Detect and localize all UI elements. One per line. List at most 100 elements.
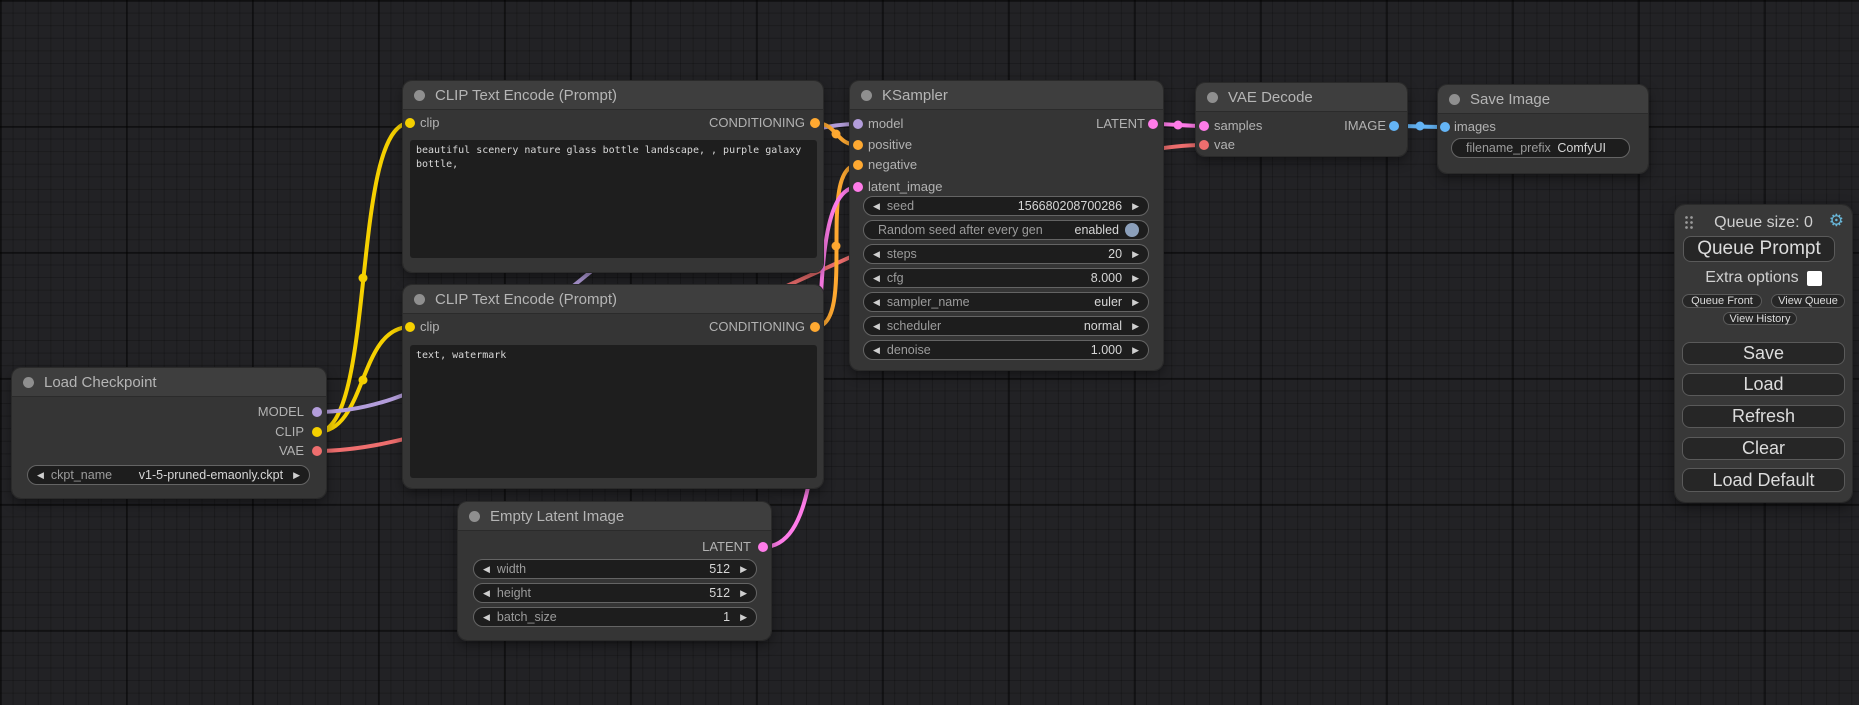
node-title: CLIP Text Encode (Prompt) — [435, 87, 617, 104]
conditioning-output-port[interactable] — [810, 322, 820, 332]
left-arrow-icon[interactable]: ◀ — [483, 559, 490, 579]
scheduler-widget[interactable]: ◀ scheduler normal ▶ — [863, 316, 1149, 336]
node-status-dot — [414, 90, 425, 101]
image-output-port[interactable] — [1389, 121, 1399, 131]
clear-button[interactable]: Clear — [1682, 437, 1845, 460]
graph-canvas[interactable]: { "colors": { "model": "#B39DDB", "clip"… — [0, 0, 1859, 705]
node-save-image[interactable]: Save Image images filename_prefix ComfyU… — [1438, 85, 1648, 173]
widget-label: scheduler — [887, 319, 941, 333]
right-arrow-icon[interactable]: ▶ — [740, 559, 747, 579]
sampler-name-widget[interactable]: ◀ sampler_name euler ▶ — [863, 292, 1149, 312]
clip-input-port[interactable] — [405, 118, 415, 128]
left-arrow-icon[interactable]: ◀ — [483, 607, 490, 627]
queue-prompt-button[interactable]: Queue Prompt — [1683, 236, 1835, 262]
clip-input-port[interactable] — [405, 322, 415, 332]
height-widget[interactable]: ◀ height 512 ▶ — [473, 583, 757, 603]
negative-input-port[interactable] — [853, 160, 863, 170]
widget-label: seed — [887, 199, 914, 213]
node-status-dot — [861, 90, 872, 101]
node-status-dot — [1207, 92, 1218, 103]
left-arrow-icon[interactable]: ◀ — [873, 316, 880, 336]
left-arrow-icon[interactable]: ◀ — [873, 292, 880, 312]
model-output-port[interactable] — [312, 407, 322, 417]
node-clip-text-encode-positive[interactable]: CLIP Text Encode (Prompt) clip CONDITION… — [403, 81, 823, 272]
node-title: Save Image — [1470, 91, 1550, 108]
node-load-checkpoint[interactable]: Load Checkpoint MODEL CLIP VAE ◀ ckpt_na… — [12, 368, 326, 498]
right-arrow-icon[interactable]: ▶ — [1132, 244, 1139, 264]
batch-size-widget[interactable]: ◀ batch_size 1 ▶ — [473, 607, 757, 627]
gear-icon[interactable]: ⚙ — [1829, 212, 1844, 229]
node-status-dot — [23, 377, 34, 388]
left-arrow-icon[interactable]: ◀ — [483, 583, 490, 603]
right-arrow-icon[interactable]: ▶ — [1132, 292, 1139, 312]
seed-widget[interactable]: ◀ seed 156680208700286 ▶ — [863, 196, 1149, 216]
images-input-port[interactable] — [1440, 122, 1450, 132]
view-queue-button[interactable]: View Queue — [1771, 294, 1845, 308]
node-title-bar[interactable]: KSampler — [850, 81, 1163, 110]
extra-options-label: Extra options — [1705, 269, 1798, 287]
ckpt-name-widget[interactable]: ◀ ckpt_name v1-5-pruned-emaonly.ckpt ▶ — [27, 465, 310, 485]
link-dot — [832, 242, 841, 251]
widget-label: ckpt_name — [51, 468, 112, 482]
positive-input-port[interactable] — [853, 140, 863, 150]
right-arrow-icon[interactable]: ▶ — [1132, 316, 1139, 336]
node-clip-text-encode-negative[interactable]: CLIP Text Encode (Prompt) clip CONDITION… — [403, 285, 823, 488]
node-title: VAE Decode — [1228, 89, 1313, 106]
refresh-button[interactable]: Refresh — [1682, 405, 1845, 428]
node-title-bar[interactable]: VAE Decode — [1196, 83, 1407, 112]
node-title: CLIP Text Encode (Prompt) — [435, 291, 617, 308]
latent-output-port[interactable] — [1148, 119, 1158, 129]
node-title: Empty Latent Image — [490, 508, 624, 525]
right-arrow-icon[interactable]: ▶ — [740, 583, 747, 603]
node-vae-decode[interactable]: VAE Decode samples vae IMAGE — [1196, 83, 1407, 156]
right-arrow-icon[interactable]: ▶ — [1132, 196, 1139, 216]
left-arrow-icon[interactable]: ◀ — [873, 196, 880, 216]
right-arrow-icon[interactable]: ▶ — [293, 465, 300, 485]
node-title-bar[interactable]: Load Checkpoint — [12, 368, 326, 397]
right-arrow-icon[interactable]: ▶ — [1132, 268, 1139, 288]
output-slot-label: CONDITIONING — [709, 115, 805, 131]
load-default-button[interactable]: Load Default — [1682, 468, 1845, 492]
vae-input-port[interactable] — [1199, 140, 1209, 150]
queue-front-button[interactable]: Queue Front — [1682, 294, 1762, 308]
random-seed-toggle-widget[interactable]: Random seed after every gen enabled — [863, 220, 1149, 240]
left-arrow-icon[interactable]: ◀ — [873, 244, 880, 264]
left-arrow-icon[interactable]: ◀ — [37, 465, 44, 485]
latent-output-port[interactable] — [758, 542, 768, 552]
toggle-dot-icon[interactable] — [1125, 223, 1139, 237]
extra-options-checkbox[interactable] — [1807, 271, 1822, 286]
latent-image-input-port[interactable] — [853, 182, 863, 192]
node-status-dot — [414, 294, 425, 305]
samples-input-port[interactable] — [1199, 121, 1209, 131]
vae-output-port[interactable] — [312, 446, 322, 456]
model-input-port[interactable] — [853, 119, 863, 129]
widget-value: 20 — [1108, 247, 1122, 261]
save-button[interactable]: Save — [1682, 342, 1845, 365]
node-title-bar[interactable]: Empty Latent Image — [458, 502, 771, 531]
steps-widget[interactable]: ◀ steps 20 ▶ — [863, 244, 1149, 264]
node-ksampler[interactable]: KSampler model positive negative latent_… — [850, 81, 1163, 370]
cfg-widget[interactable]: ◀ cfg 8.000 ▶ — [863, 268, 1149, 288]
conditioning-output-port[interactable] — [810, 118, 820, 128]
prompt-textarea[interactable]: text, watermark — [410, 345, 817, 478]
clip-output-port[interactable] — [312, 427, 322, 437]
left-arrow-icon[interactable]: ◀ — [873, 268, 880, 288]
node-empty-latent-image[interactable]: Empty Latent Image LATENT ◀ width 512 ▶ … — [458, 502, 771, 640]
node-status-dot — [469, 511, 480, 522]
node-title-bar[interactable]: CLIP Text Encode (Prompt) — [403, 285, 823, 314]
view-history-button[interactable]: View History — [1723, 312, 1797, 325]
load-button[interactable]: Load — [1682, 373, 1845, 396]
denoise-widget[interactable]: ◀ denoise 1.000 ▶ — [863, 340, 1149, 360]
filename-prefix-widget[interactable]: filename_prefix ComfyUI — [1451, 138, 1630, 158]
node-status-dot — [1449, 94, 1460, 105]
left-arrow-icon[interactable]: ◀ — [873, 340, 880, 360]
right-arrow-icon[interactable]: ▶ — [740, 607, 747, 627]
node-title-bar[interactable]: CLIP Text Encode (Prompt) — [403, 81, 823, 110]
widget-value: 1.000 — [1091, 343, 1122, 357]
prompt-textarea[interactable]: beautiful scenery nature glass bottle la… — [410, 140, 817, 258]
right-arrow-icon[interactable]: ▶ — [1132, 340, 1139, 360]
widget-value: normal — [1084, 319, 1122, 333]
node-title-bar[interactable]: Save Image — [1438, 85, 1648, 114]
width-widget[interactable]: ◀ width 512 ▶ — [473, 559, 757, 579]
queue-menu-panel[interactable]: Queue size: 0 ⚙ Queue Prompt Extra optio… — [1675, 205, 1852, 502]
